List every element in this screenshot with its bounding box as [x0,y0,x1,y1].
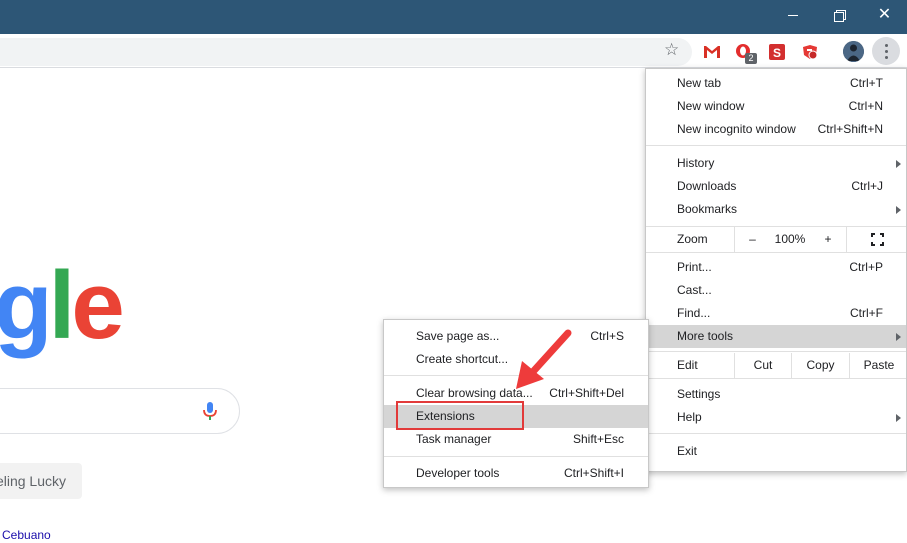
google-logo: gle [0,252,125,359]
language-link[interactable]: Cebuano [2,528,51,542]
fullscreen-icon [871,233,884,246]
menu-item-new-window[interactable]: New window Ctrl+N [646,95,906,118]
bookmark-star-icon[interactable]: ☆ [664,40,679,60]
feeling-lucky-button[interactable]: eling Lucky [0,463,82,499]
menu-zoom-row: Zoom – 100% + [646,227,906,252]
address-bar[interactable] [0,38,692,66]
browser-toolbar: ☆ 2 S [0,34,907,68]
minimize-button[interactable] [770,0,815,30]
zoom-out-button[interactable]: – [734,227,770,252]
menu-item-print[interactable]: Print... Ctrl+P [646,256,906,279]
edit-paste-button[interactable]: Paste [849,353,907,378]
menu-item-downloads[interactable]: Downloads Ctrl+J [646,175,906,198]
edit-copy-button[interactable]: Copy [791,353,849,378]
chrome-main-menu: New tab Ctrl+T New window Ctrl+N New inc… [645,68,907,472]
menu-item-new-tab[interactable]: New tab Ctrl+T [646,72,906,95]
submenu-arrow-icon [896,160,901,168]
menu-edit-row: Edit Cut Copy Paste [646,353,906,378]
submenu-item-task-manager[interactable]: Task manager Shift+Esc [384,428,648,451]
microphone-icon[interactable] [202,401,218,421]
submenu-arrow-icon [896,333,901,341]
profile-avatar[interactable] [843,41,864,62]
restore-icon [833,10,846,22]
extensions-highlight-box [396,401,524,430]
minimize-icon [787,14,798,16]
zoom-level: 100% [774,232,806,246]
kebab-dot-icon [884,43,888,47]
restore-button[interactable] [816,0,861,30]
menu-item-cast[interactable]: Cast... [646,279,906,302]
menu-divider [646,378,906,379]
menu-item-exit[interactable]: Exit [646,440,906,463]
zoom-in-button[interactable]: + [810,227,846,252]
menu-divider [646,252,906,253]
pointer-arrow-icon [516,329,572,389]
gmail-extension-icon[interactable] [703,43,721,61]
close-icon: ✕ [877,6,892,23]
menu-item-more-tools[interactable]: More tools [646,325,906,348]
edit-cut-button[interactable]: Cut [734,353,791,378]
menu-item-settings[interactable]: Settings [646,383,906,406]
menu-divider [646,433,906,434]
title-bar: ✕ [0,0,907,34]
s-extension-letter: S [773,46,781,60]
menu-divider [646,145,906,146]
menu-item-new-incognito[interactable]: New incognito window Ctrl+Shift+N [646,118,906,141]
opera-extension-icon[interactable]: 2 [735,43,757,64]
s-extension-icon[interactable]: S [768,43,786,61]
menu-divider [384,456,648,457]
opera-badge: 2 [745,53,757,64]
kebab-dot-icon [884,55,888,59]
kebab-dot-icon [884,49,888,53]
red-extension-icon[interactable] [801,43,819,61]
menu-item-find[interactable]: Find... Ctrl+F [646,302,906,325]
menu-item-history[interactable]: History [646,152,906,175]
menu-item-bookmarks[interactable]: Bookmarks [646,198,906,221]
menu-item-help[interactable]: Help [646,406,906,429]
submenu-arrow-icon [896,206,901,214]
submenu-arrow-icon [896,414,901,422]
menu-divider [646,351,906,352]
chrome-menu-button[interactable] [872,37,900,65]
close-button[interactable]: ✕ [862,0,907,30]
submenu-item-developer-tools[interactable]: Developer tools Ctrl+Shift+I [384,462,648,485]
